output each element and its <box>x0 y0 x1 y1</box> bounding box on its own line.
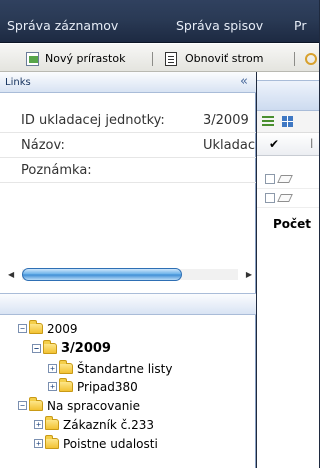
grid-toolbar <box>257 111 319 133</box>
search-button[interactable] <box>305 44 317 73</box>
new-record-icon <box>26 51 39 66</box>
menu-bar: Správa záznamov Správa spisov Pr <box>0 0 319 43</box>
scroll-right-arrow-icon[interactable]: ▶ <box>246 270 252 279</box>
row-checkbox[interactable] <box>265 174 275 184</box>
tag-icon <box>277 175 293 183</box>
expand-icon[interactable]: + <box>48 364 57 373</box>
toolbar: Nový prírastok Obnoviť strom <box>0 43 319 72</box>
tree-node-label: Zákazník č.233 <box>63 417 154 432</box>
property-row-id: ID ukladacej jednotky: 3/2009 <box>0 108 256 133</box>
expand-icon[interactable]: + <box>34 420 43 429</box>
scroll-thumb[interactable] <box>22 268 182 281</box>
links-panel: Links « ID ukladacej jednotky: 3/2009 Ná… <box>0 72 256 468</box>
collapse-icon[interactable]: − <box>18 401 27 410</box>
new-record-button[interactable]: Nový prírastok <box>26 44 125 73</box>
tree-node-pripad380[interactable]: + Pripad380 <box>48 378 138 395</box>
grid-view-icon[interactable] <box>282 116 293 127</box>
list-view-icon[interactable] <box>262 116 274 127</box>
tree-header-bar <box>0 293 256 315</box>
property-value: 3/2009 <box>203 113 249 128</box>
folder-icon <box>45 435 59 449</box>
scroll-left-arrow-icon[interactable]: ◀ <box>8 270 14 279</box>
toolbar-separator <box>294 52 295 66</box>
row-checkbox[interactable] <box>265 193 275 203</box>
tree-node-poistne-udalosti[interactable]: + Poistne udalosti <box>34 435 158 452</box>
expand-icon[interactable]: + <box>34 439 43 448</box>
property-label: ID ukladacej jednotky: <box>21 113 165 128</box>
property-row-poznamka: Poznámka: <box>0 158 256 183</box>
grid-header-row: ✔ l <box>257 133 319 156</box>
collapse-icon[interactable]: − <box>18 324 27 333</box>
horizontal-scrollbar[interactable]: ◀ ▶ <box>8 268 252 281</box>
toolbar-separator <box>152 52 153 66</box>
grid-panel-header <box>257 80 319 111</box>
folder-icon <box>45 416 59 430</box>
table-row[interactable] <box>257 171 319 189</box>
tree-node-label: 3/2009 <box>61 341 111 356</box>
table-row[interactable] <box>257 190 319 208</box>
tree-node-label: Na spracovanie <box>47 398 141 413</box>
folder-icon <box>29 397 43 411</box>
collapse-panel-icon[interactable]: « <box>240 74 248 89</box>
tag-icon <box>277 194 293 202</box>
refresh-tree-button[interactable]: Obnoviť strom <box>165 44 264 73</box>
folder-icon <box>43 340 57 354</box>
menu-item-truncated[interactable]: Pr <box>294 18 306 33</box>
folder-icon <box>59 378 73 392</box>
refresh-tree-label: Obnoviť strom <box>185 52 264 65</box>
tree-node-label: Poistne udalosti <box>63 436 158 451</box>
expand-icon[interactable]: + <box>48 382 57 391</box>
property-value: Ukladacia <box>203 138 256 153</box>
tree-node-label: 2009 <box>47 321 78 336</box>
tree-node-label: Pripad380 <box>77 379 138 394</box>
column-header-truncated: l <box>310 137 314 151</box>
links-panel-title: Links <box>5 77 31 88</box>
links-panel-header: Links « <box>0 72 256 93</box>
refresh-tree-icon <box>165 51 177 66</box>
check-column-icon[interactable]: ✔ <box>269 137 279 151</box>
tree-node-standartne-listy[interactable]: + Štandartne listy <box>48 360 172 377</box>
records-grid-panel: ✔ l Počet <box>257 72 319 468</box>
new-record-label: Nový prírastok <box>45 52 126 65</box>
tree-node-zakaznik[interactable]: + Zákazník č.233 <box>34 416 154 433</box>
property-label: Poznámka: <box>21 163 92 178</box>
tree-node-label: Štandartne listy <box>77 361 173 376</box>
tree-node-3-2009[interactable]: − 3/2009 <box>32 340 111 357</box>
property-label: Názov: <box>21 138 65 153</box>
record-count-label: Počet <box>273 217 312 231</box>
menu-item-sprava-spisov[interactable]: Správa spisov <box>176 18 263 33</box>
folder-icon <box>29 320 43 334</box>
tree-node-2009[interactable]: − 2009 <box>18 320 78 337</box>
menu-item-sprava-zaznamov[interactable]: Správa záznamov <box>7 18 118 33</box>
collapse-icon[interactable]: − <box>32 344 41 353</box>
property-row-nazov: Názov: Ukladacia <box>0 133 256 158</box>
folder-icon <box>59 360 73 374</box>
search-icon <box>305 52 317 65</box>
tree-node-na-spracovanie[interactable]: − Na spracovanie <box>18 397 140 414</box>
